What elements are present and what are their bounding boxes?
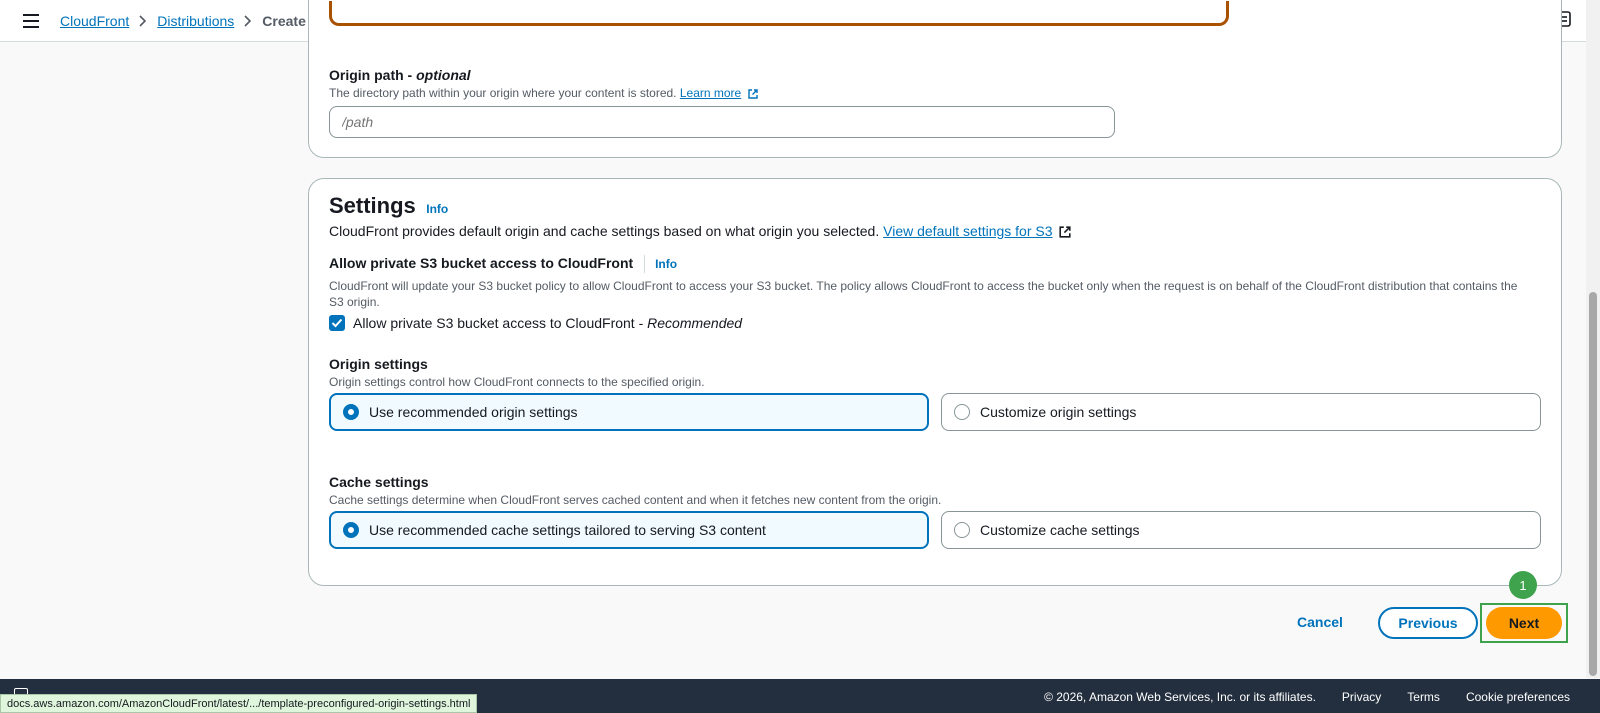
private-access-header: Allow private S3 bucket access to CloudF… xyxy=(329,255,677,273)
footer-cookie-preferences-link[interactable]: Cookie preferences xyxy=(1466,690,1570,704)
option-label: Customize cache settings xyxy=(980,522,1140,538)
origin-path-description: The directory path within your origin wh… xyxy=(329,85,758,103)
origin-settings-customize-option[interactable]: Customize origin settings xyxy=(941,393,1541,431)
breadcrumb-cloudfront[interactable]: CloudFront xyxy=(60,13,129,29)
origin-settings-label: Origin settings xyxy=(329,356,428,372)
view-default-settings-link[interactable]: View default settings for S3 xyxy=(883,223,1052,239)
settings-panel: Settings Info CloudFront provides defaul… xyxy=(308,178,1562,586)
private-access-info-link[interactable]: Info xyxy=(655,257,677,271)
step-badge: 1 xyxy=(1509,571,1537,599)
origin-domain-input-edge xyxy=(329,1,1229,26)
cache-settings-customize-option[interactable]: Customize cache settings xyxy=(941,511,1541,549)
origin-settings-description: Origin settings control how CloudFront c… xyxy=(329,375,705,389)
private-access-label: Allow private S3 bucket access to CloudF… xyxy=(329,255,634,272)
private-access-description: CloudFront will update your S3 bucket po… xyxy=(329,279,1518,309)
origin-panel: Origin path - optional The directory pat… xyxy=(308,0,1562,158)
origin-settings-recommended-option[interactable]: Use recommended origin settings xyxy=(329,393,929,431)
cancel-button[interactable]: Cancel xyxy=(1297,614,1343,630)
next-button[interactable]: Next xyxy=(1486,607,1562,639)
radio-unselected-icon xyxy=(954,522,970,538)
settings-description: CloudFront provides default origin and c… xyxy=(329,223,1072,241)
settings-title: Settings xyxy=(329,193,416,218)
cache-settings-recommended-option[interactable]: Use recommended cache settings tailored … xyxy=(329,511,929,549)
settings-header: Settings Info xyxy=(329,193,448,219)
option-label: Use recommended origin settings xyxy=(369,404,578,420)
cache-settings-label: Cache settings xyxy=(329,474,429,490)
origin-path-label: Origin path - optional xyxy=(329,67,471,83)
menu-icon[interactable] xyxy=(20,10,42,32)
scrollbar-thumb[interactable] xyxy=(1589,292,1597,676)
external-link-icon xyxy=(747,87,758,103)
breadcrumb-distributions[interactable]: Distributions xyxy=(157,13,234,29)
footer-terms-link[interactable]: Terms xyxy=(1407,690,1440,704)
status-bar-url: docs.aws.amazon.com/AmazonCloudFront/lat… xyxy=(0,694,478,713)
settings-info-link[interactable]: Info xyxy=(426,202,448,216)
external-link-icon xyxy=(1059,225,1072,241)
learn-more-link[interactable]: Learn more xyxy=(680,86,741,100)
radio-selected-icon xyxy=(343,404,359,420)
option-label: Customize origin settings xyxy=(980,404,1137,420)
private-access-checkbox[interactable] xyxy=(329,315,345,331)
footer-copyright: © 2026, Amazon Web Services, Inc. or its… xyxy=(1044,690,1316,704)
footer-links: © 2026, Amazon Web Services, Inc. or its… xyxy=(1044,690,1570,704)
previous-button[interactable]: Previous xyxy=(1378,607,1478,639)
chevron-right-icon xyxy=(244,14,252,27)
cache-settings-description: Cache settings determine when CloudFront… xyxy=(329,493,942,507)
origin-path-input[interactable] xyxy=(329,106,1115,138)
option-label: Use recommended cache settings tailored … xyxy=(369,522,766,538)
radio-unselected-icon xyxy=(954,404,970,420)
footer-privacy-link[interactable]: Privacy xyxy=(1342,690,1381,704)
radio-selected-icon xyxy=(343,522,359,538)
divider xyxy=(643,255,645,273)
private-access-checkbox-label[interactable]: Allow private S3 bucket access to CloudF… xyxy=(353,315,742,331)
chevron-right-icon xyxy=(139,14,147,27)
